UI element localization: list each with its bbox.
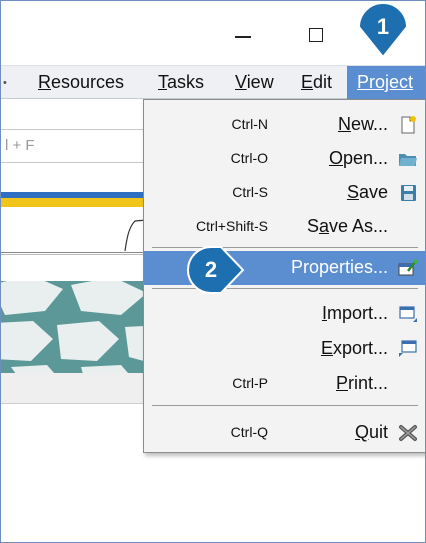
- import-icon: [399, 306, 417, 322]
- menu-tasks-label: asks: [167, 72, 205, 92]
- menu-resources[interactable]: Resources: [38, 66, 124, 99]
- label-properties: Properties...: [290, 257, 388, 277]
- export-icon: [399, 340, 417, 357]
- curve-graphic: [124, 218, 159, 251]
- menu-item-save[interactable]: Ctrl-S Save: [144, 176, 425, 210]
- callout-badge-1: 1: [376, 14, 390, 39]
- label-new: New...: [337, 114, 388, 134]
- shortcut-save: Ctrl-S: [232, 184, 268, 200]
- menu-project-label: Project: [357, 72, 414, 92]
- menu-view-label: iew: [246, 72, 274, 92]
- menu-overflow-arrow-icon[interactable]: •: [3, 77, 7, 89]
- search-shortcut-hint: l + F: [5, 137, 35, 154]
- menu-item-new[interactable]: Ctrl-N New...: [144, 108, 425, 142]
- menu-item-export[interactable]: Export...: [144, 332, 425, 366]
- label-open: Open...: [328, 148, 388, 168]
- callout-badge-2: 2: [204, 257, 218, 282]
- label-save-as: Save As...: [306, 216, 388, 236]
- menu-item-quit[interactable]: Ctrl-Q Quit: [144, 416, 425, 450]
- open-folder-icon: [399, 154, 417, 166]
- menu-item-save-as[interactable]: Ctrl+Shift-S Save As...: [144, 210, 425, 244]
- menu-edit[interactable]: Edit: [301, 66, 332, 99]
- menu-item-import[interactable]: Import...: [144, 297, 425, 331]
- shortcut-quit: Ctrl-Q: [230, 424, 268, 440]
- label-save: Save: [346, 182, 388, 202]
- properties-icon: [398, 259, 418, 276]
- shortcut-save-as: Ctrl+Shift-S: [196, 218, 268, 234]
- menu-item-open[interactable]: Ctrl-O Open...: [144, 142, 425, 176]
- menu-resources-label: esources: [51, 72, 125, 92]
- shortcut-print: Ctrl-P: [232, 375, 268, 391]
- menu-separator: [152, 405, 418, 406]
- save-disk-icon: [401, 185, 416, 201]
- label-import: Import...: [321, 303, 388, 323]
- application-window: • Resources Tasks View Edit Project l + …: [0, 0, 426, 543]
- shortcut-open: Ctrl-O: [230, 150, 268, 166]
- pane-divider: [1, 252, 159, 253]
- pane-divider-shadow: [1, 254, 159, 255]
- maximize-button[interactable]: [309, 28, 323, 42]
- menu-tasks[interactable]: Tasks: [158, 66, 204, 99]
- label-quit: Quit: [354, 422, 388, 442]
- timeline-stripe-yellow: [1, 198, 159, 207]
- menu-view[interactable]: View: [235, 66, 274, 99]
- menu-item-print[interactable]: Ctrl-P Print...: [144, 367, 425, 401]
- lower-toolbar-band: [1, 373, 159, 404]
- search-field[interactable]: l + F: [1, 129, 159, 163]
- label-export: Export...: [320, 338, 388, 358]
- shortcut-new: Ctrl-N: [231, 116, 268, 132]
- label-print: Print...: [335, 373, 388, 393]
- hexagon-pattern-image: [1, 281, 159, 373]
- project-menu-dropdown: Ctrl-N New... Ctrl-O Open... Ctrl-S Save: [143, 99, 425, 453]
- menu-edit-label: dit: [313, 72, 333, 92]
- minimize-button[interactable]: [235, 36, 251, 38]
- quit-icon: [399, 425, 417, 441]
- new-document-icon: [401, 116, 416, 134]
